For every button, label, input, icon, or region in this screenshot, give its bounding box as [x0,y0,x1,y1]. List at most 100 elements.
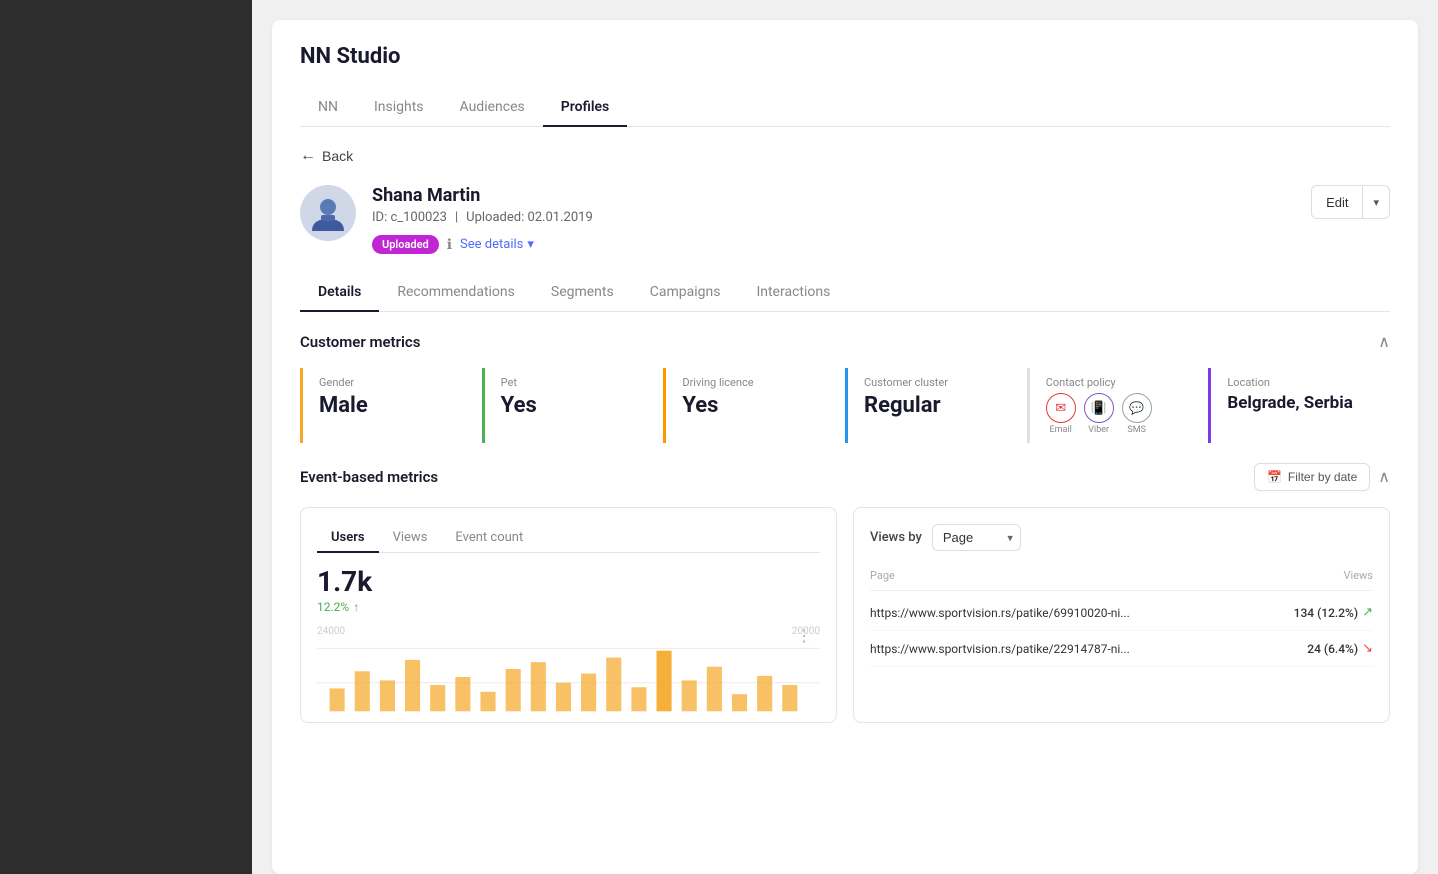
content-card: NN Studio NN Insights Audiences Profiles… [272,20,1418,874]
contact-icon-viber: 📳 Viber [1084,393,1114,435]
tab-recommendations[interactable]: Recommendations [379,274,533,312]
col-views-header: Views [1344,569,1373,582]
edit-label[interactable]: Edit [1312,186,1362,218]
back-label: Back [322,148,353,164]
metric-gender-label: Gender [319,376,466,389]
metric-customer-cluster: Customer cluster Regular [845,368,1027,443]
see-details-label: See details [460,237,523,252]
filter-date-button[interactable]: 📅 Filter by date [1254,463,1370,491]
profile-id: ID: c_100023 [372,210,447,225]
chart-menu-icon[interactable]: ⋮ [796,626,812,645]
trend-up-icon: ↑ [353,600,359,614]
tab-profiles[interactable]: Profiles [543,89,627,127]
see-details-button[interactable]: See details ▾ [460,237,534,252]
event-header: Event-based metrics 📅 Filter by date ∧ [300,463,1390,491]
edit-chevron-icon[interactable]: ▾ [1362,186,1389,218]
bar-chart-area: ⋮ 24000 20000 [317,626,820,706]
metric-contact-policy: Contact policy ✉ Email 📳 Vibe [1027,368,1209,443]
metric-cluster-value: Regular [864,393,1011,418]
chart-tab-views[interactable]: Views [379,524,442,553]
metric-location-label: Location [1227,376,1374,389]
views-by-header: Views by Page Device Channel [870,524,1373,551]
meta-separator: | [455,210,458,225]
views-table: Page Views https://www.sportvision.rs/pa… [870,565,1373,667]
event-based-section: Event-based metrics 📅 Filter by date ∧ U… [300,463,1390,723]
chart-tab-event-count[interactable]: Event count [441,524,537,553]
nav-tabs: NN Insights Audiences Profiles [300,89,1390,127]
viber-icon: 📳 [1084,393,1114,423]
metric-driving-licence: Driving licence Yes [663,368,845,443]
section-tabs: Details Recommendations Segments Campaig… [300,274,1390,312]
contact-icon-email: ✉ Email [1046,393,1076,435]
metric-driving-label: Driving licence [682,376,829,389]
tab-details[interactable]: Details [300,274,379,312]
contact-policy-icons: ✉ Email 📳 Viber 💬 [1046,393,1193,435]
metric-driving-value: Yes [682,393,829,418]
tab-interactions[interactable]: Interactions [738,274,848,312]
tab-campaigns[interactable]: Campaigns [632,274,739,312]
tab-segments[interactable]: Segments [533,274,632,312]
customer-metrics-grid: Gender Male Pet Yes Driving licence Yes … [300,368,1390,443]
app-title: NN Studio [300,44,1390,69]
views-by-card: Views by Page Device Channel Page [853,507,1390,723]
col-page-header: Page [870,569,895,582]
event-controls: 📅 Filter by date ∧ [1254,463,1390,491]
row1-views-value: 134 (12.2%) [1294,606,1358,620]
chart-change-value: 12.2% [317,600,349,614]
row2-views-value: 24 (6.4%) [1307,642,1358,656]
filter-date-label: Filter by date [1288,470,1357,484]
y-label-24000: 24000 [317,626,345,637]
sidebar [0,0,252,874]
metric-gender-value: Male [319,393,466,418]
main-area: NN Studio NN Insights Audiences Profiles… [252,0,1438,874]
chart-big-number: 1.7k [317,565,820,598]
profile-badges: Uploaded ℹ See details ▾ [372,235,593,254]
email-icon-label: Email [1050,425,1072,435]
back-arrow-icon: ← [300,147,316,165]
profile-info: Shana Martin ID: c_100023 | Uploaded: 02… [372,185,593,254]
tab-insights[interactable]: Insights [356,89,442,127]
customer-metrics-collapse-button[interactable]: ∧ [1378,332,1390,352]
table-row: https://www.sportvision.rs/patike/229147… [870,631,1373,667]
chart-y-labels: 24000 20000 [317,626,820,637]
metric-pet: Pet Yes [482,368,664,443]
metric-location-value: Belgrade, Serbia [1227,393,1374,413]
customer-metrics-section: Customer metrics ∧ Gender Male Pet Yes D… [300,332,1390,443]
profile-left: Shana Martin ID: c_100023 | Uploaded: 02… [300,185,593,254]
views-by-label: Views by [870,530,922,545]
info-icon[interactable]: ℹ [447,237,452,253]
back-button[interactable]: ← Back [300,147,353,165]
row2-url: https://www.sportvision.rs/patike/229147… [870,642,1307,656]
email-icon: ✉ [1046,393,1076,423]
metrics-header: Customer metrics ∧ [300,332,1390,352]
avatar-image [308,193,348,233]
profile-header: Shana Martin ID: c_100023 | Uploaded: 02… [300,185,1390,254]
chart-card: Users Views Event count 1.7k 12.2% ↑ ⋮ 2… [300,507,837,723]
tab-nn[interactable]: NN [300,89,356,127]
metric-pet-value: Yes [501,393,648,418]
metric-pet-label: Pet [501,376,648,389]
calendar-icon: 📅 [1267,470,1282,484]
mini-bar-chart [317,637,820,717]
table-row: https://www.sportvision.rs/patike/699100… [870,595,1373,631]
event-based-title: Event-based metrics [300,468,438,486]
row2-trend-down-icon: ↘ [1362,641,1373,656]
sms-icon: 💬 [1122,393,1152,423]
edit-button[interactable]: Edit ▾ [1311,185,1390,219]
row1-views: 134 (12.2%) ↗ [1294,605,1373,620]
contact-icon-sms: 💬 SMS [1122,393,1152,435]
sms-icon-label: SMS [1127,425,1146,435]
row2-views: 24 (6.4%) ↘ [1307,641,1373,656]
metric-contact-label: Contact policy [1046,376,1193,389]
badge-uploaded: Uploaded [372,235,439,254]
event-based-collapse-button[interactable]: ∧ [1378,467,1390,487]
chart-tab-users[interactable]: Users [317,524,379,553]
views-by-select[interactable]: Page Device Channel [932,524,1021,551]
viber-icon-label: Viber [1088,425,1109,435]
tab-audiences[interactable]: Audiences [442,89,543,127]
row1-url: https://www.sportvision.rs/patike/699100… [870,606,1294,620]
views-table-header: Page Views [870,565,1373,591]
metric-cluster-label: Customer cluster [864,376,1011,389]
two-col-charts: Users Views Event count 1.7k 12.2% ↑ ⋮ 2… [300,507,1390,723]
see-details-chevron-icon: ▾ [527,237,534,252]
